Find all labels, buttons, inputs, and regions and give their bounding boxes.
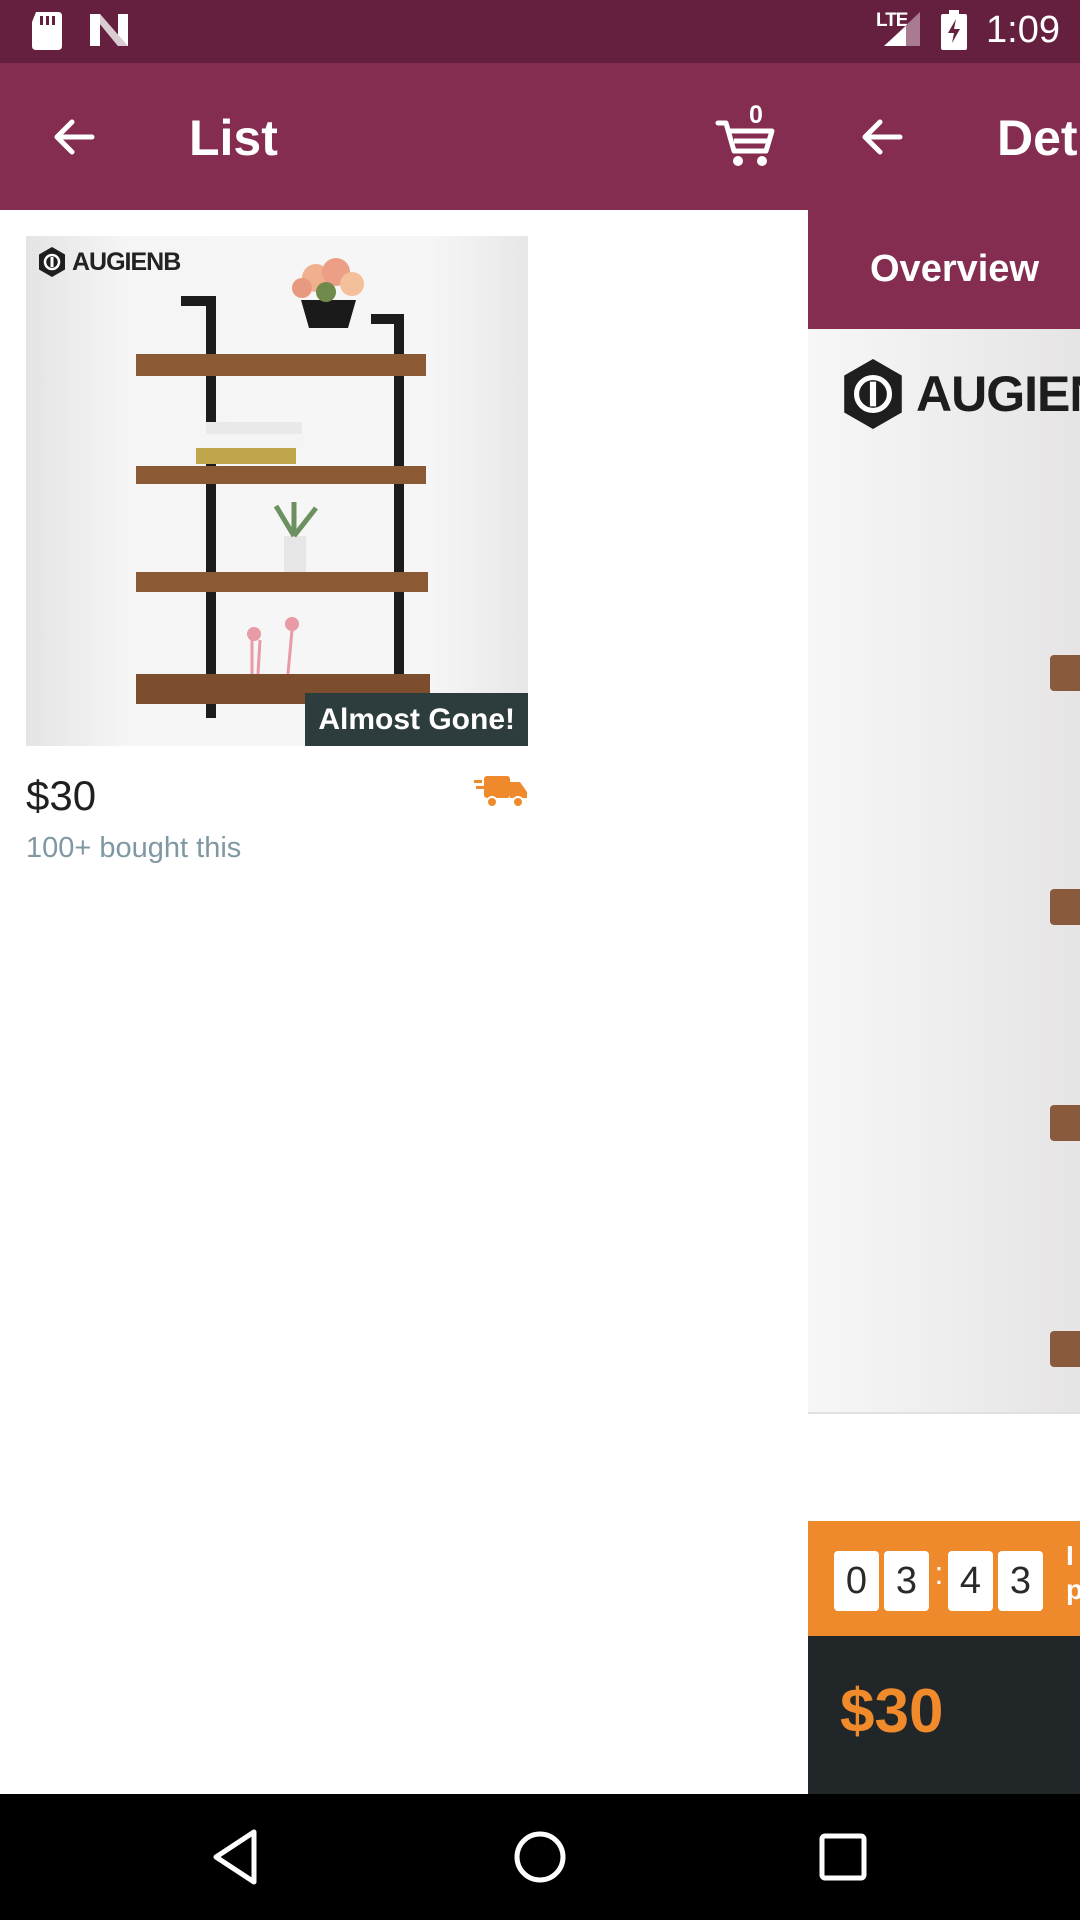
delivery-truck-icon: [474, 776, 527, 808]
promo-line: p: [1066, 1574, 1080, 1605]
countdown-digit: 3: [998, 1551, 1043, 1611]
almost-gone-badge: Almost Gone!: [305, 693, 528, 746]
cart-button[interactable]: 0: [712, 101, 782, 171]
shelf-edge: [1050, 889, 1080, 925]
sd-card-icon: [32, 12, 62, 50]
price-bar: $30: [808, 1636, 1080, 1794]
screen: LTE 1:09 List 0 AUGIENB Almost Gone! $30…: [0, 0, 1080, 1920]
detail-panel: Det Overview AUGIEN 0 3 : 4 3: [808, 63, 1080, 1794]
arrow-left-icon: [54, 119, 95, 155]
detail-product-image[interactable]: AUGIEN: [808, 329, 1080, 1414]
list-app-bar: List 0: [0, 63, 808, 210]
page-title: List: [189, 110, 278, 166]
nav-back-icon[interactable]: [202, 1822, 272, 1892]
product-card[interactable]: AUGIENB Almost Gone! $30 100+ bought thi…: [26, 236, 528, 876]
nav-home-icon[interactable]: [505, 1822, 575, 1892]
promo-text: I p: [1066, 1539, 1080, 1607]
shelf-edge: [1050, 1105, 1080, 1141]
navigation-bar: [0, 1794, 1080, 1920]
shelf-edge: [1050, 1331, 1080, 1367]
countdown-separator: :: [934, 1555, 944, 1591]
product-image[interactable]: AUGIENB Almost Gone!: [26, 236, 528, 746]
detail-back-button[interactable]: [852, 107, 912, 167]
back-button[interactable]: [44, 107, 104, 167]
countdown-bar: 0 3 : 4 3 I p: [808, 1521, 1080, 1636]
detail-title: Det: [997, 110, 1078, 166]
tab-overview[interactable]: Overview: [870, 248, 1039, 291]
promo-line: I: [1066, 1540, 1074, 1571]
countdown-digit: 3: [884, 1551, 929, 1611]
brand-hex-icon: [844, 359, 902, 429]
detail-brand-name: AUGIEN: [916, 366, 1080, 422]
shelf-edge: [1050, 655, 1080, 691]
product-price: $30: [26, 772, 97, 819]
detail-app-bar: Det: [808, 63, 1080, 210]
n-notification-icon: [90, 14, 128, 46]
detail-price: $30: [840, 1677, 944, 1746]
shelf-illustration: [136, 258, 430, 718]
signal-icon: [884, 12, 920, 46]
cart-count-badge: 0: [749, 101, 763, 129]
clock: 1:09: [986, 9, 1060, 51]
battery-charging-icon: [941, 10, 967, 50]
countdown-digit: 0: [834, 1551, 879, 1611]
detail-brand-logo: AUGIEN: [840, 357, 1080, 431]
arrow-left-icon: [862, 119, 903, 155]
purchase-count: 100+ bought this: [26, 832, 242, 864]
nav-recents-icon[interactable]: [808, 1822, 878, 1892]
status-bar: LTE 1:09: [0, 0, 1080, 63]
detail-tabs: Overview: [808, 210, 1080, 329]
countdown-digit: 4: [948, 1551, 993, 1611]
